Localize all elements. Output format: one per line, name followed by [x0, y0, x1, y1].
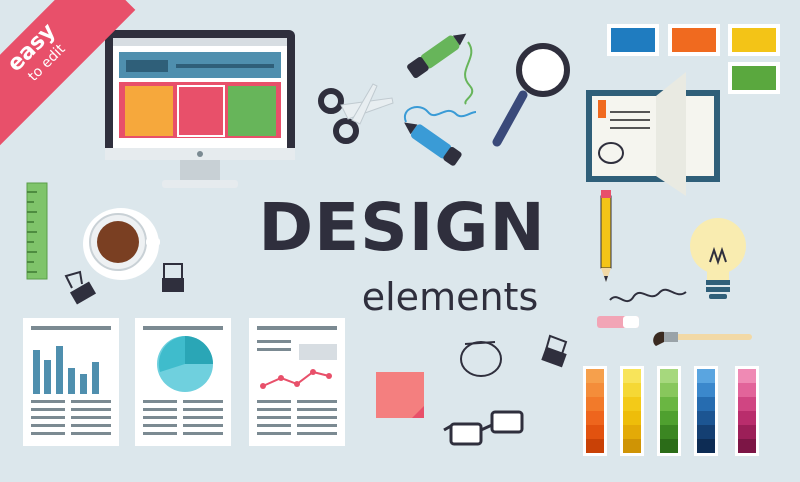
- color-strip-icon: [583, 366, 759, 456]
- line-chart-document-icon: [249, 318, 345, 446]
- squiggle-line: [609, 288, 687, 303]
- pencil-icon: [600, 190, 612, 282]
- lightbulb-icon: [690, 218, 746, 299]
- bar-chart-document-icon: [23, 318, 119, 446]
- eraser-icon: [597, 316, 639, 328]
- coffee-cup-icon: [83, 208, 160, 280]
- headline-subtitle: elements: [361, 275, 539, 319]
- circle-doodle: [460, 341, 502, 377]
- headline-title: DESIGN: [258, 189, 546, 266]
- scissors-icon: [318, 83, 394, 144]
- paintbrush-icon: [653, 331, 752, 346]
- marker-icon: [403, 33, 477, 166]
- glasses-icon: [443, 410, 524, 446]
- pie-chart-document-icon: [135, 318, 231, 446]
- notebook-icon: [586, 72, 720, 196]
- swatch-group: [607, 24, 780, 94]
- magnifier-icon: [492, 43, 570, 147]
- ribbon-band: easy to edit: [0, 0, 136, 152]
- corner-ribbon: easy to edit: [0, 0, 160, 160]
- sticky-note-icon: [376, 372, 424, 418]
- ruler-icon: [26, 182, 48, 280]
